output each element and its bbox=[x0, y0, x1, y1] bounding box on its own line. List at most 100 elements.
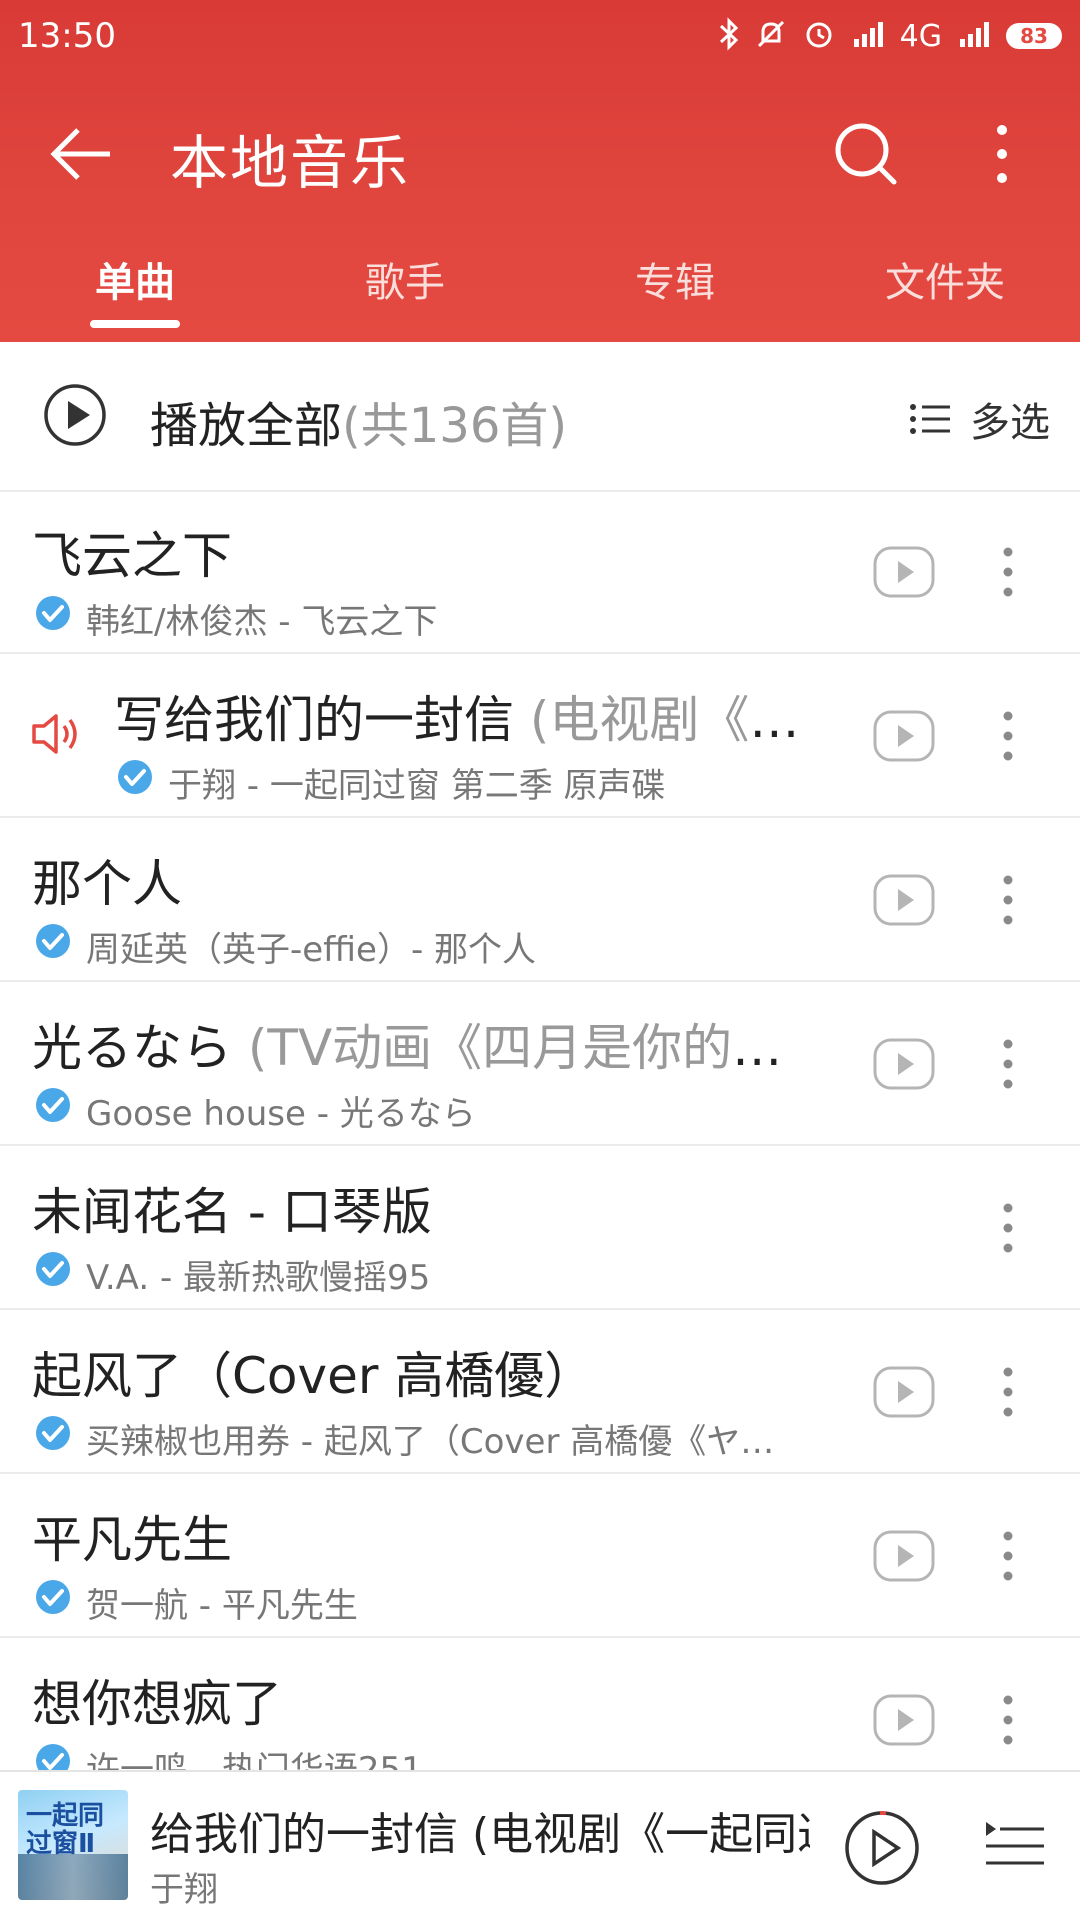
song-subtitle: Goose house - 光るなら bbox=[86, 1094, 476, 1134]
search-icon bbox=[835, 123, 897, 185]
playlist-queue-icon[interactable] bbox=[982, 1816, 1046, 1876]
mv-play-button[interactable] bbox=[872, 1526, 936, 1586]
row-more-button[interactable] bbox=[996, 1524, 1020, 1588]
song-subtitle: 于翔 - 一起同过窗 第二季 原声碟 bbox=[168, 766, 666, 806]
downloaded-check-icon bbox=[36, 1416, 70, 1450]
row-more-button[interactable] bbox=[996, 868, 1020, 932]
tab-folders[interactable]: 文件夹 bbox=[810, 250, 1080, 308]
tab-indicator bbox=[90, 320, 180, 328]
song-title: 那个人 bbox=[32, 844, 832, 916]
song-title: 未闻花名 - 口琴版 bbox=[32, 1172, 832, 1244]
song-row[interactable]: 平凡先生贺一航 - 平凡先生 bbox=[0, 1474, 1080, 1638]
play-circle-icon[interactable] bbox=[42, 382, 108, 448]
more-button[interactable] bbox=[972, 114, 1032, 194]
multi-select-label: 多选 bbox=[970, 400, 1050, 446]
row-more-button[interactable] bbox=[996, 540, 1020, 604]
song-row[interactable]: 写给我们的一封信 (电视剧《一… 于翔 - 一起同过窗 第二季 原声碟 bbox=[0, 654, 1080, 818]
song-subtitle: 贺一航 - 平凡先生 bbox=[86, 1586, 358, 1626]
signal-icon bbox=[956, 17, 992, 55]
song-row[interactable]: 未闻花名 - 口琴版 V.A. - 最新热歌慢摇95 bbox=[0, 1146, 1080, 1310]
tab-artists[interactable]: 歌手 bbox=[270, 250, 540, 308]
downloaded-check-icon bbox=[36, 924, 70, 958]
song-title-main: 想你想疯了 bbox=[32, 1675, 282, 1733]
bluetooth-icon bbox=[718, 17, 740, 55]
song-row[interactable]: 想你想疯了许一鸣 - 热门华语251 bbox=[0, 1638, 1080, 1770]
song-title-main: 飞云之下 bbox=[32, 527, 232, 585]
downloaded-check-icon bbox=[36, 596, 70, 630]
status-time: 13:50 bbox=[18, 16, 116, 56]
song-subtitle: 买辣椒也用券 - 起风了（Cover 高橋優《ヤ… bbox=[86, 1422, 775, 1462]
song-title-main: 平凡先生 bbox=[32, 1511, 232, 1569]
song-title-main: 起风了（Cover 高橋優） bbox=[32, 1347, 595, 1405]
alarm-icon bbox=[802, 17, 836, 55]
play-all-text: 播放全部 bbox=[150, 398, 343, 454]
song-title: 飞云之下 bbox=[32, 516, 832, 588]
tab-singles[interactable]: 单曲 bbox=[0, 250, 270, 308]
song-subtitle: 周延英（英子-effie）- 那个人 bbox=[86, 930, 537, 970]
multi-select-button[interactable]: 多选 bbox=[908, 390, 1050, 448]
song-row[interactable]: 飞云之下韩红/林俊杰 - 飞云之下 bbox=[0, 490, 1080, 654]
mv-play-button[interactable] bbox=[872, 1690, 936, 1750]
row-more-button[interactable] bbox=[996, 1360, 1020, 1424]
song-title-main: 那个人 bbox=[32, 855, 182, 913]
song-row[interactable]: 起风了（Cover 高橋優） 买辣椒也用券 - 起风了（Cover 高橋優《ヤ… bbox=[0, 1310, 1080, 1474]
song-title: 光るなら (TV动画《四月是你的谎… bbox=[32, 1008, 832, 1080]
search-button[interactable] bbox=[826, 114, 906, 194]
header-area: 13:50 4G 83 本地音乐 单曲 歌手 专辑 文件夹 bbox=[0, 0, 1080, 342]
music-app: 13:50 4G 83 本地音乐 单曲 歌手 专辑 文件夹 播放全部(共136首… bbox=[0, 0, 1080, 1920]
list-icon bbox=[910, 404, 950, 434]
song-subtitle: 韩红/林俊杰 - 飞云之下 bbox=[86, 602, 438, 642]
downloaded-check-icon bbox=[36, 1744, 70, 1770]
mv-play-button[interactable] bbox=[872, 542, 936, 602]
network-type: 4G bbox=[899, 18, 942, 54]
status-icons: 4G 83 bbox=[718, 12, 1062, 60]
album-art-text: 一起同过窗Ⅱ bbox=[26, 1801, 105, 1859]
downloaded-check-icon bbox=[118, 760, 152, 794]
status-bar: 13:50 4G 83 bbox=[0, 0, 1080, 72]
row-more-button[interactable] bbox=[996, 704, 1020, 768]
mv-play-button[interactable] bbox=[872, 1362, 936, 1422]
song-title: 写给我们的一封信 (电视剧《一… bbox=[114, 680, 834, 752]
downloaded-check-icon bbox=[36, 1088, 70, 1122]
tab-albums[interactable]: 专辑 bbox=[540, 250, 810, 308]
now-playing-title: 给我们的一封信 (电视剧《一起同过 bbox=[150, 1809, 810, 1860]
song-title-extra: (电视剧《一… bbox=[529, 691, 834, 749]
song-title-main: 光るなら bbox=[32, 1019, 248, 1077]
song-count: (共136首) bbox=[342, 398, 568, 454]
mv-play-button[interactable] bbox=[872, 706, 936, 766]
battery-icon: 83 bbox=[1006, 23, 1062, 49]
song-title-extra: (TV动画《四月是你的谎… bbox=[247, 1019, 832, 1077]
mini-play-button[interactable] bbox=[842, 1808, 922, 1888]
row-more-button[interactable] bbox=[996, 1032, 1020, 1096]
album-art-photo bbox=[18, 1854, 128, 1900]
back-button[interactable] bbox=[40, 114, 120, 194]
play-all-row[interactable]: 播放全部(共136首) 多选 bbox=[0, 342, 1080, 492]
song-subtitle: V.A. - 最新热歌慢摇95 bbox=[86, 1258, 431, 1298]
more-vertical-icon bbox=[997, 125, 1007, 183]
song-subtitle: 许一鸣 - 热门华语251 bbox=[86, 1750, 423, 1770]
song-title: 想你想疯了 bbox=[32, 1664, 832, 1736]
row-more-button[interactable] bbox=[996, 1196, 1020, 1260]
song-row[interactable]: 光るなら (TV动画《四月是你的谎… Goose house - 光るなら bbox=[0, 982, 1080, 1146]
song-list: 飞云之下韩红/林俊杰 - 飞云之下写给我们的一封信 (电视剧《一… 于翔 - 一起… bbox=[0, 490, 1080, 1770]
tab-bar: 单曲 歌手 专辑 文件夹 bbox=[0, 230, 1080, 342]
downloaded-check-icon bbox=[36, 1580, 70, 1614]
page-title: 本地音乐 bbox=[170, 129, 411, 197]
arrow-left-icon bbox=[50, 128, 110, 180]
song-title-main: 写给我们的一封信 bbox=[114, 691, 530, 749]
play-all-label[interactable]: 播放全部(共136首) bbox=[150, 386, 567, 456]
mv-play-button[interactable] bbox=[872, 1034, 936, 1094]
album-art[interactable]: 一起同过窗Ⅱ bbox=[18, 1790, 128, 1900]
mini-player[interactable]: 一起同过窗Ⅱ 给我们的一封信 (电视剧《一起同过 于翔 bbox=[0, 1770, 1080, 1920]
mv-play-button[interactable] bbox=[872, 870, 936, 930]
song-row[interactable]: 那个人周延英（英子-effie）- 那个人 bbox=[0, 818, 1080, 982]
downloaded-check-icon bbox=[36, 1252, 70, 1286]
song-title: 起风了（Cover 高橋優） bbox=[32, 1336, 832, 1408]
app-bar: 本地音乐 bbox=[0, 80, 1080, 220]
song-title: 平凡先生 bbox=[32, 1500, 832, 1572]
row-more-button[interactable] bbox=[996, 1688, 1020, 1752]
hd-signal-icon bbox=[850, 17, 886, 55]
song-title-main: 未闻花名 - 口琴版 bbox=[32, 1183, 432, 1241]
now-playing-artist: 于翔 bbox=[150, 1870, 218, 1910]
mute-icon bbox=[754, 17, 788, 55]
